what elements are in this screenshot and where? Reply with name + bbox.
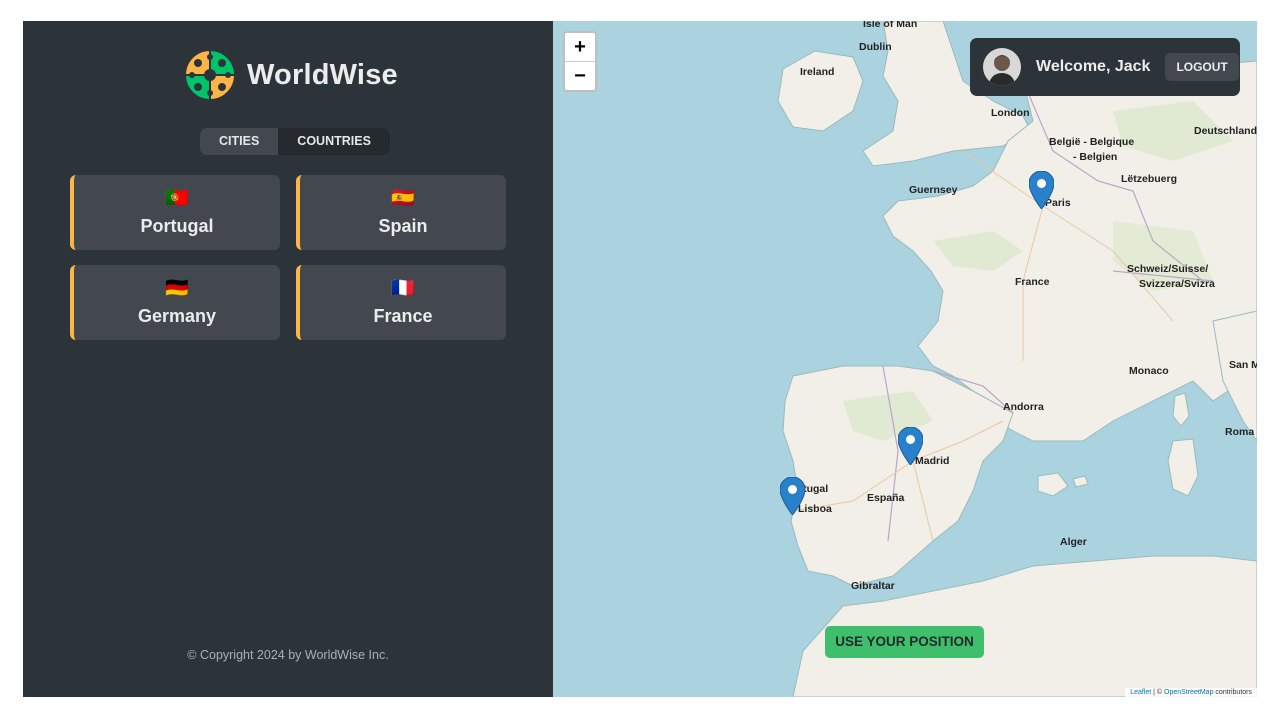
map-label-espana: España bbox=[867, 492, 905, 504]
country-name: Spain bbox=[378, 216, 428, 236]
map-label-guernsey: Guernsey bbox=[909, 184, 958, 196]
map-label-monaco: Monaco bbox=[1129, 365, 1169, 377]
map-label-belgie: België - Belgique bbox=[1049, 136, 1135, 148]
map-label-gibraltar: Gibraltar bbox=[851, 580, 895, 592]
leaflet-link[interactable]: Leaflet bbox=[1130, 689, 1151, 696]
globe-logo-icon bbox=[184, 49, 236, 101]
country-name: Germany bbox=[137, 306, 217, 326]
map-label-svizzera: Svizzera/Svizra bbox=[1139, 278, 1215, 290]
map[interactable]: Isle of Man Dublin Ireland London België… bbox=[553, 21, 1257, 697]
map-label-schweiz: Schweiz/Suisse/ bbox=[1127, 263, 1209, 275]
map-label-deutschland: Deutschland bbox=[1194, 125, 1257, 137]
map-label-belgien: - Belgien bbox=[1073, 151, 1118, 163]
map-label-letzebuerg: Lëtzebuerg bbox=[1121, 173, 1178, 185]
country-card-portugal[interactable]: 🇵🇹 Portugal bbox=[70, 175, 280, 250]
map-label-roma: Roma bbox=[1225, 426, 1255, 438]
user-avatar-icon bbox=[983, 48, 1021, 86]
map-marker-madrid-icon[interactable] bbox=[898, 427, 923, 465]
logout-button[interactable]: LOGOUT bbox=[1165, 53, 1239, 81]
user-panel: Welcome, Jack LOGOUT bbox=[970, 38, 1240, 96]
country-card-france[interactable]: 🇫🇷 France bbox=[296, 265, 506, 340]
sidebar: WorldWise CITIES COUNTRIES 🇵🇹 Portugal 🇪… bbox=[23, 21, 553, 697]
spain-flag-icon: 🇪🇸 bbox=[391, 188, 415, 209]
country-card-germany[interactable]: 🇩🇪 Germany bbox=[70, 265, 280, 340]
map-label-alger: Alger bbox=[1060, 536, 1087, 548]
map-label-ireland: Ireland bbox=[800, 66, 835, 78]
app-name: WorldWise bbox=[247, 58, 398, 91]
attribution-separator: | © bbox=[1153, 689, 1163, 696]
france-flag-icon: 🇫🇷 bbox=[391, 278, 415, 299]
map-marker-lisboa-icon[interactable] bbox=[780, 477, 805, 515]
country-list: 🇵🇹 Portugal 🇪🇸 Spain 🇩🇪 Germany 🇫🇷 Franc… bbox=[70, 175, 506, 340]
zoom-control: + − bbox=[563, 31, 597, 92]
copyright: © Copyright 2024 by WorldWise Inc. bbox=[187, 648, 389, 662]
attribution-suffix: contributors bbox=[1215, 689, 1252, 696]
zoom-out-button[interactable]: − bbox=[565, 62, 595, 90]
zoom-in-button[interactable]: + bbox=[565, 33, 595, 62]
map-label-france: France bbox=[1015, 276, 1050, 288]
map-tiles[interactable] bbox=[553, 21, 1257, 697]
country-name: France bbox=[373, 306, 433, 326]
openstreetmap-link[interactable]: OpenStreetMap bbox=[1164, 689, 1213, 696]
map-label-dublin: Dublin bbox=[859, 41, 892, 53]
map-label-andorra: Andorra bbox=[1003, 401, 1044, 413]
view-tabs: CITIES COUNTRIES bbox=[200, 128, 390, 155]
country-name: Portugal bbox=[140, 216, 214, 236]
map-label-san-m: San M bbox=[1229, 359, 1257, 371]
tab-countries[interactable]: COUNTRIES bbox=[278, 128, 390, 155]
country-card-spain[interactable]: 🇪🇸 Spain bbox=[296, 175, 506, 250]
tab-cities[interactable]: CITIES bbox=[200, 128, 278, 155]
app-container: WorldWise CITIES COUNTRIES 🇵🇹 Portugal 🇪… bbox=[23, 21, 1257, 697]
use-position-button[interactable]: USE YOUR POSITION bbox=[825, 626, 984, 658]
germany-flag-icon: 🇩🇪 bbox=[165, 278, 189, 299]
logo[interactable]: WorldWise bbox=[184, 49, 398, 101]
map-label-london: London bbox=[991, 107, 1030, 119]
map-attribution: Leaflet | © OpenStreetMap contributors bbox=[1125, 688, 1257, 697]
welcome-text: Welcome, Jack bbox=[1036, 58, 1151, 75]
map-label-isle-of-man: Isle of Man bbox=[863, 21, 918, 30]
map-marker-paris-icon[interactable] bbox=[1029, 171, 1054, 209]
portugal-flag-icon: 🇵🇹 bbox=[165, 188, 189, 209]
avatar bbox=[983, 48, 1021, 86]
